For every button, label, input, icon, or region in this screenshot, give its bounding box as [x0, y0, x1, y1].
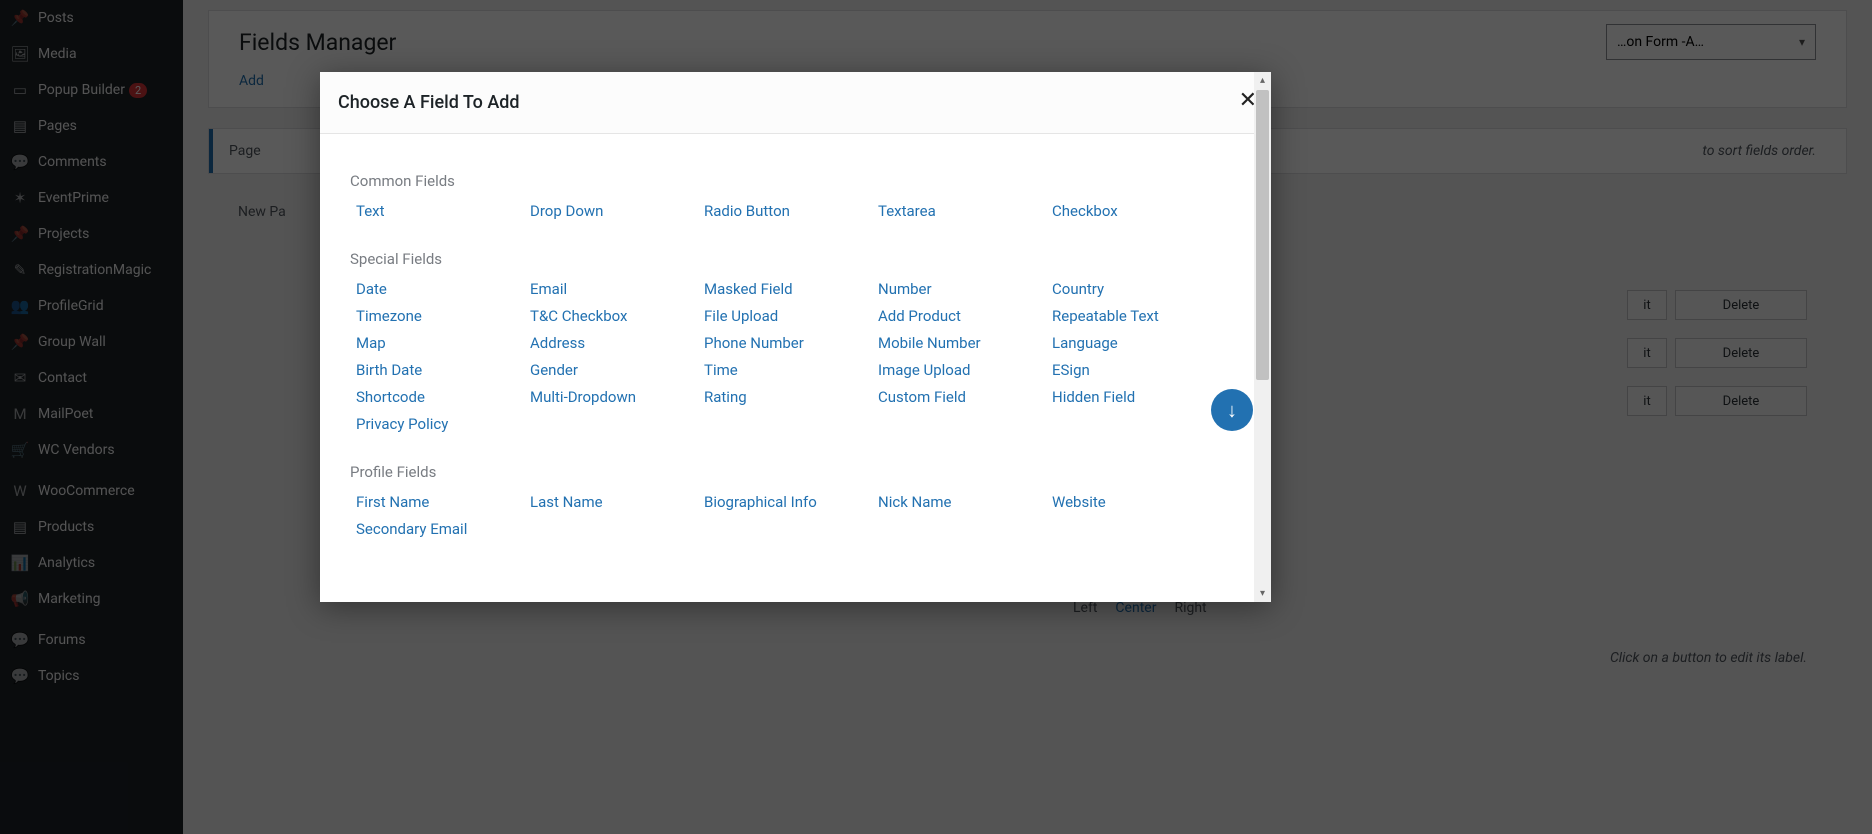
field-type-gender[interactable]: Gender — [524, 361, 698, 379]
field-grid: DateEmailMasked FieldNumberCountry Timezo… — [350, 280, 1241, 433]
choose-field-modal: Choose A Field To Add ✕ Common Fields Tex… — [320, 72, 1271, 602]
field-type-drop-down[interactable]: Drop Down — [524, 202, 698, 220]
scroll-down-fab[interactable]: ↓ — [1211, 389, 1253, 431]
section-title: Profile Fields — [350, 463, 1241, 481]
scroll-up-icon[interactable]: ▴ — [1254, 72, 1271, 89]
modal-body: Common Fields TextDrop DownRadio ButtonTe… — [320, 134, 1271, 602]
section-title: Common Fields — [350, 172, 1241, 190]
field-type-timezone[interactable]: Timezone — [350, 307, 524, 325]
field-type-phone-number[interactable]: Phone Number — [698, 334, 872, 352]
modal-title: Choose A Field To Add — [338, 92, 520, 113]
scroll-thumb[interactable] — [1256, 90, 1269, 380]
field-type-address[interactable]: Address — [524, 334, 698, 352]
field-type-masked-field[interactable]: Masked Field — [698, 280, 872, 298]
field-type-add-product[interactable]: Add Product — [872, 307, 1046, 325]
field-type-image-upload[interactable]: Image Upload — [872, 361, 1046, 379]
field-type-t-c-checkbox[interactable]: T&C Checkbox — [524, 307, 698, 325]
field-type-shortcode[interactable]: Shortcode — [350, 388, 524, 406]
field-type-custom-field[interactable]: Custom Field — [872, 388, 1046, 406]
field-grid: TextDrop DownRadio ButtonTextareaCheckbo… — [350, 202, 1241, 220]
field-type-file-upload[interactable]: File Upload — [698, 307, 872, 325]
modal-header: Choose A Field To Add ✕ — [320, 72, 1271, 134]
field-type-country[interactable]: Country — [1046, 280, 1220, 298]
field-type-repeatable-text[interactable]: Repeatable Text — [1046, 307, 1220, 325]
field-type-map[interactable]: Map — [350, 334, 524, 352]
field-type-secondary-email[interactable]: Secondary Email — [350, 520, 524, 538]
section-title: Special Fields — [350, 250, 1241, 268]
field-type-email[interactable]: Email — [524, 280, 698, 298]
field-type-biographical-info[interactable]: Biographical Info — [698, 493, 872, 511]
field-type-mobile-number[interactable]: Mobile Number — [872, 334, 1046, 352]
scroll-down-icon[interactable]: ▾ — [1254, 585, 1271, 602]
field-type-last-name[interactable]: Last Name — [524, 493, 698, 511]
field-type-checkbox[interactable]: Checkbox — [1046, 202, 1220, 220]
field-type-language[interactable]: Language — [1046, 334, 1220, 352]
field-type-rating[interactable]: Rating — [698, 388, 872, 406]
field-type-privacy-policy[interactable]: Privacy Policy — [350, 415, 524, 433]
field-type-hidden-field[interactable]: Hidden Field — [1046, 388, 1220, 406]
field-type-text[interactable]: Text — [350, 202, 524, 220]
field-type-number[interactable]: Number — [872, 280, 1046, 298]
field-type-birth-date[interactable]: Birth Date — [350, 361, 524, 379]
field-type-date[interactable]: Date — [350, 280, 524, 298]
field-type-textarea[interactable]: Textarea — [872, 202, 1046, 220]
modal-scrollbar[interactable]: ▴ ▾ — [1254, 72, 1271, 602]
field-grid: First NameLast NameBiographical InfoNick… — [350, 493, 1241, 538]
field-type-esign[interactable]: ESign — [1046, 361, 1220, 379]
field-type-radio-button[interactable]: Radio Button — [698, 202, 872, 220]
field-type-first-name[interactable]: First Name — [350, 493, 524, 511]
field-type-nick-name[interactable]: Nick Name — [872, 493, 1046, 511]
field-type-time[interactable]: Time — [698, 361, 872, 379]
arrow-down-icon: ↓ — [1227, 398, 1237, 423]
field-type-website[interactable]: Website — [1046, 493, 1220, 511]
field-type-multi-dropdown[interactable]: Multi-Dropdown — [524, 388, 698, 406]
